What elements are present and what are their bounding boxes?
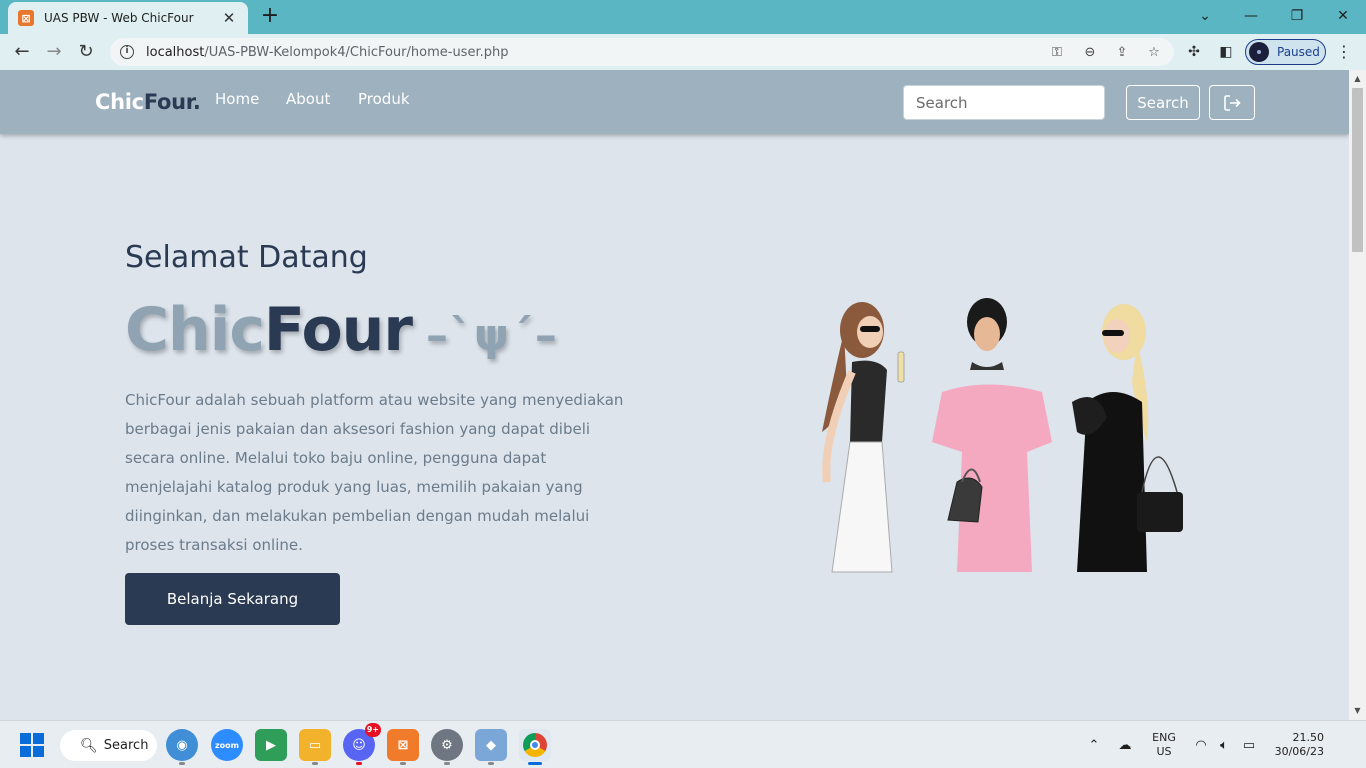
taskbar-app-meet-icon[interactable]: ▶ bbox=[255, 729, 287, 761]
volume-icon[interactable]: 🔈︎ bbox=[1215, 737, 1233, 755]
show-hidden-icons-icon[interactable]: ⌃ bbox=[1085, 737, 1103, 755]
key-icon[interactable]: ⚿ bbox=[1048, 44, 1066, 62]
side-panel-icon[interactable]: ◧ bbox=[1216, 42, 1236, 62]
back-icon[interactable]: ← bbox=[9, 39, 35, 65]
nav-link-about[interactable]: About bbox=[286, 90, 330, 108]
windows-start-icon[interactable] bbox=[20, 733, 44, 757]
bookmark-star-icon[interactable]: ☆ bbox=[1145, 44, 1163, 62]
scroll-thumb[interactable] bbox=[1352, 88, 1363, 252]
close-window-button[interactable]: ✕ bbox=[1323, 4, 1363, 28]
wifi-icon[interactable]: ◠ bbox=[1192, 737, 1210, 755]
hero-fashion-illustration bbox=[822, 298, 1183, 573]
tab-search-icon[interactable]: ⌄ bbox=[1185, 4, 1225, 28]
shop-now-button[interactable]: Belanja Sekarang bbox=[125, 573, 340, 625]
site-info-icon[interactable]: i bbox=[120, 45, 134, 59]
browser-tabstrip: ⊠ UAS PBW - Web ChicFour ✕ + ⌄ — ❐ ✕ bbox=[0, 0, 1366, 34]
address-bar[interactable]: i localhost/UAS-PBW-Kelompok4/ChicFour/h… bbox=[110, 38, 1174, 66]
taskbar-app-chrome-icon[interactable] bbox=[519, 729, 551, 765]
taskbar-app-zoom-icon[interactable]: zoom bbox=[211, 729, 243, 761]
site-navbar: ChicFour. Home About Produk Search bbox=[0, 70, 1349, 134]
discord-notification-badge: 9+ bbox=[364, 723, 381, 737]
minimize-button[interactable]: — bbox=[1231, 4, 1271, 28]
language-indicator[interactable]: ENG US bbox=[1148, 731, 1180, 759]
restore-button[interactable]: ❐ bbox=[1277, 4, 1317, 28]
clock[interactable]: 21.50 30/06/23 bbox=[1272, 731, 1324, 759]
search-button[interactable]: Search bbox=[1126, 85, 1200, 120]
scroll-up-arrow-icon[interactable]: ▲ bbox=[1349, 72, 1366, 86]
hero-greeting: Selamat Datang bbox=[125, 240, 368, 275]
search-input[interactable] bbox=[903, 85, 1105, 120]
close-tab-icon[interactable]: ✕ bbox=[220, 9, 238, 27]
nav-link-home[interactable]: Home bbox=[215, 90, 259, 108]
profile-status: Paused bbox=[1277, 45, 1320, 59]
zoom-icon[interactable]: ⊖ bbox=[1081, 44, 1099, 62]
hero-brand-title: ChicFour –`ψ´– bbox=[125, 295, 559, 365]
taskbar-search[interactable]: 🔍︎ Search bbox=[60, 730, 157, 761]
browser-toolbar: ← → ↻ i localhost/UAS-PBW-Kelompok4/Chic… bbox=[0, 34, 1366, 70]
battery-icon[interactable]: ▭ bbox=[1240, 737, 1258, 755]
new-tab-button[interactable]: + bbox=[258, 5, 282, 29]
search-icon: 🔍︎ bbox=[80, 737, 98, 754]
avatar bbox=[1249, 42, 1269, 62]
taskbar-app-settings-icon[interactable]: ⚙ bbox=[431, 729, 463, 765]
extensions-icon[interactable]: ✣ bbox=[1184, 42, 1204, 62]
browser-menu-icon[interactable]: ⋮ bbox=[1334, 42, 1354, 62]
nav-link-produk[interactable]: Produk bbox=[358, 90, 410, 108]
profile-button[interactable]: Paused bbox=[1245, 39, 1326, 65]
onedrive-icon[interactable]: ☁ bbox=[1116, 737, 1134, 755]
xampp-icon: ⊠ bbox=[18, 10, 34, 26]
taskbar-app-git-icon[interactable]: ◆ bbox=[475, 729, 507, 765]
page-viewport: ChicFour. Home About Produk Search Selam… bbox=[0, 70, 1349, 720]
taskbar-app-edge-profile-icon[interactable]: ◉ bbox=[166, 729, 198, 765]
forward-icon[interactable]: → bbox=[41, 39, 67, 65]
hero-description: ChicFour adalah sebuah platform atau web… bbox=[125, 391, 624, 554]
tab-title: UAS PBW - Web ChicFour bbox=[44, 11, 194, 25]
logout-button[interactable] bbox=[1209, 85, 1255, 120]
scroll-down-arrow-icon[interactable]: ▼ bbox=[1349, 704, 1366, 718]
reload-icon[interactable]: ↻ bbox=[73, 39, 99, 65]
taskbar-app-file-explorer-icon[interactable]: ▭ bbox=[299, 729, 331, 765]
share-icon[interactable]: ⇪ bbox=[1113, 44, 1131, 62]
taskbar-app-discord-icon[interactable]: ☺ 9+ bbox=[343, 723, 381, 765]
logout-icon bbox=[1224, 94, 1241, 111]
site-logo[interactable]: ChicFour. bbox=[95, 90, 201, 114]
windows-taskbar: 🔍︎ Search ◉ zoom ▶ ▭ ☺ 9+ ⊠ ⚙ ◆ ⌃ ☁ ENG US … bbox=[0, 720, 1366, 768]
taskbar-app-xampp-icon[interactable]: ⊠ bbox=[387, 729, 419, 765]
url-text: localhost/UAS-PBW-Kelompok4/ChicFour/hom… bbox=[146, 44, 509, 60]
browser-tab[interactable]: ⊠ UAS PBW - Web ChicFour ✕ bbox=[8, 2, 248, 34]
hero-ornament: –`ψ´– bbox=[425, 310, 559, 361]
page-scrollbar[interactable]: ▲ ▼ bbox=[1349, 70, 1366, 720]
